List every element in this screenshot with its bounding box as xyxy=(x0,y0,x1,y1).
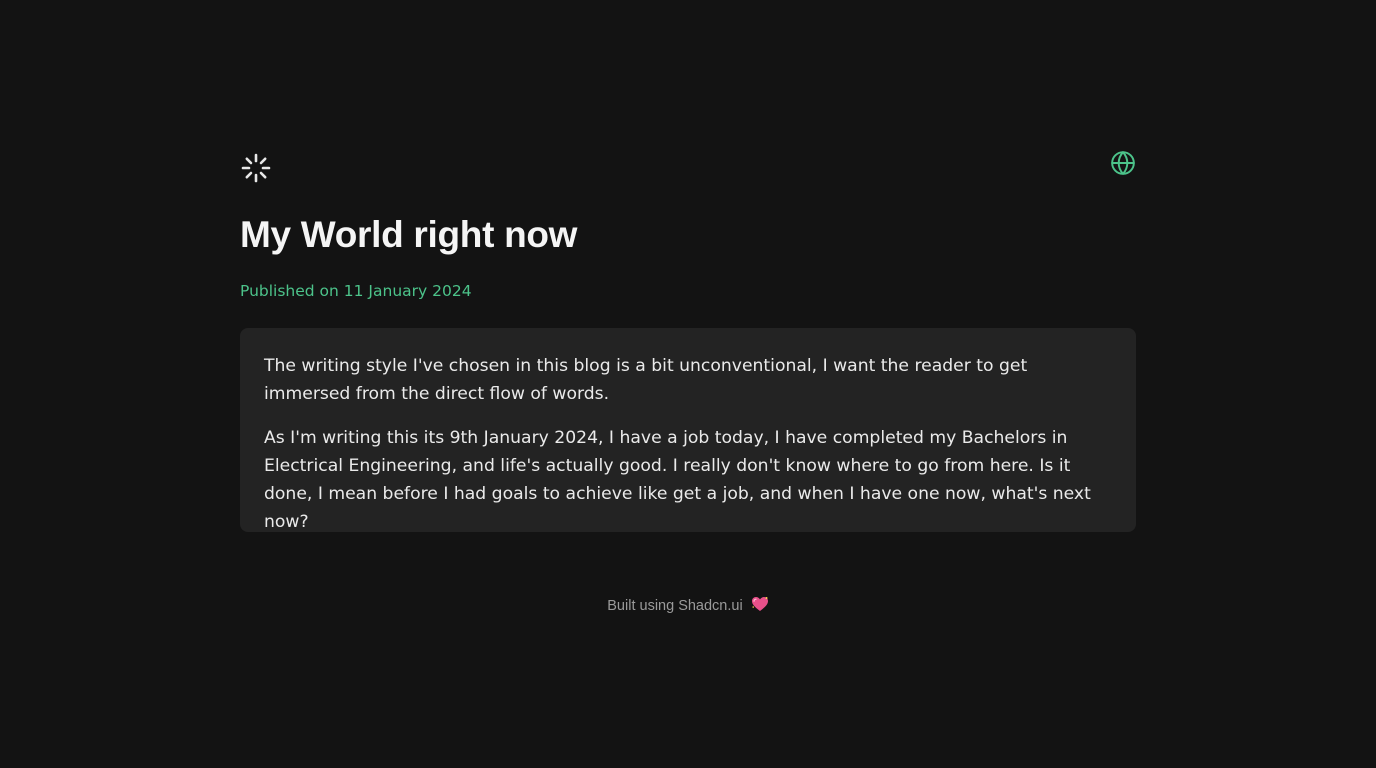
globe-icon[interactable] xyxy=(1110,150,1136,176)
footer-text: Built using Shadcn.ui xyxy=(607,598,743,614)
post-paragraph: As I'm writing this its 9th January 2024… xyxy=(264,428,1091,532)
sparkling-heart-icon xyxy=(751,597,768,611)
header xyxy=(240,148,1136,188)
post-body: The writing style I've chosen in this bl… xyxy=(240,328,1136,532)
loader-icon xyxy=(241,153,271,183)
footer: Built using Shadcn.ui xyxy=(0,596,1376,614)
published-date: Published on 11 January 2024 xyxy=(240,282,472,300)
post-paragraph: The writing style I've chosen in this bl… xyxy=(264,356,1028,404)
page: My World right now Published on 11 Janua… xyxy=(0,0,1376,768)
main-container: My World right now Published on 11 Janua… xyxy=(240,148,1136,532)
post-title: My World right now xyxy=(240,214,578,255)
